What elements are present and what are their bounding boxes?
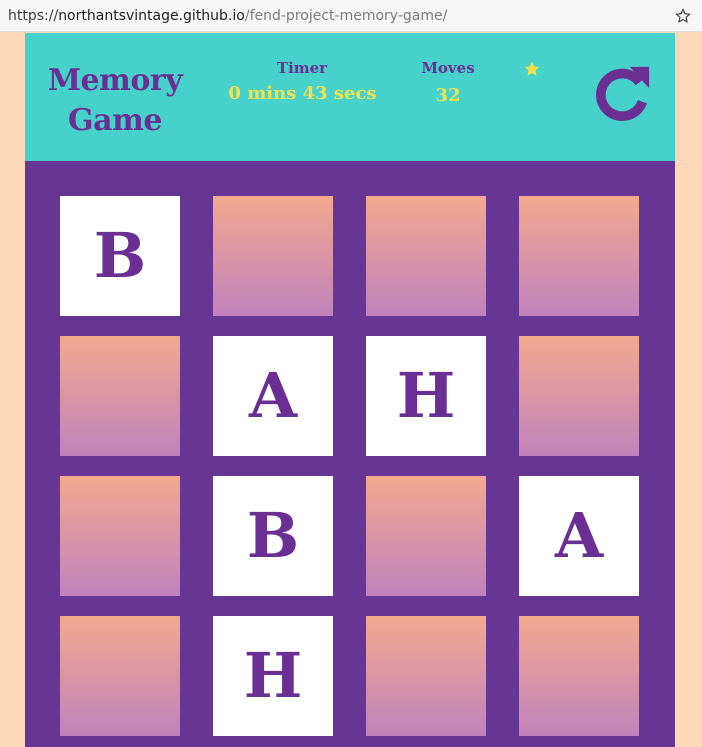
card[interactable]: [519, 616, 639, 736]
card[interactable]: A: [213, 336, 333, 456]
card[interactable]: B: [60, 196, 180, 316]
restart-icon: [596, 66, 650, 122]
card[interactable]: [366, 616, 486, 736]
title-line-2: Game: [68, 103, 162, 138]
card[interactable]: [60, 336, 180, 456]
card-letter: B: [93, 219, 147, 292]
card[interactable]: B: [213, 476, 333, 596]
rating-star-icon: [524, 61, 540, 76]
url-scheme: https://: [8, 7, 59, 24]
timer-value: 0 mins 43 secs: [228, 83, 377, 104]
url-host: northantsvintage.github.io: [58, 7, 245, 24]
card-letter: B: [246, 499, 300, 572]
card[interactable]: [519, 336, 639, 456]
card-letter: H: [396, 359, 456, 432]
moves-label: Moves: [421, 59, 475, 77]
page-title: Memory Game: [45, 61, 185, 141]
browser-url-bar: https://northantsvintage.github.io/fend-…: [0, 0, 702, 32]
card[interactable]: [60, 616, 180, 736]
restart-button[interactable]: [591, 63, 653, 125]
moves-value: 32: [435, 85, 461, 106]
timer-label: Timer: [276, 59, 328, 77]
score-panel: Memory Game Timer 0 mins 43 secs Moves 3…: [25, 33, 675, 161]
card[interactable]: A: [519, 476, 639, 596]
bookmark-star-icon: [675, 8, 691, 23]
card-letter: H: [243, 639, 303, 712]
bookmark-star-button[interactable]: [672, 5, 694, 27]
card[interactable]: [213, 196, 333, 316]
card-deck: BAHBAH: [25, 161, 675, 747]
memory-game: Memory Game Timer 0 mins 43 secs Moves 3…: [25, 33, 675, 747]
title-line-1: Memory: [47, 63, 183, 98]
card[interactable]: [366, 476, 486, 596]
card-letter: A: [248, 359, 298, 432]
card[interactable]: H: [366, 336, 486, 456]
card[interactable]: [366, 196, 486, 316]
card[interactable]: H: [213, 616, 333, 736]
card-letter: A: [554, 499, 604, 572]
card[interactable]: [60, 476, 180, 596]
url-field[interactable]: https://northantsvintage.github.io/fend-…: [8, 2, 672, 30]
card[interactable]: [519, 196, 639, 316]
url-path: /fend-project-memory-game/: [244, 7, 448, 24]
